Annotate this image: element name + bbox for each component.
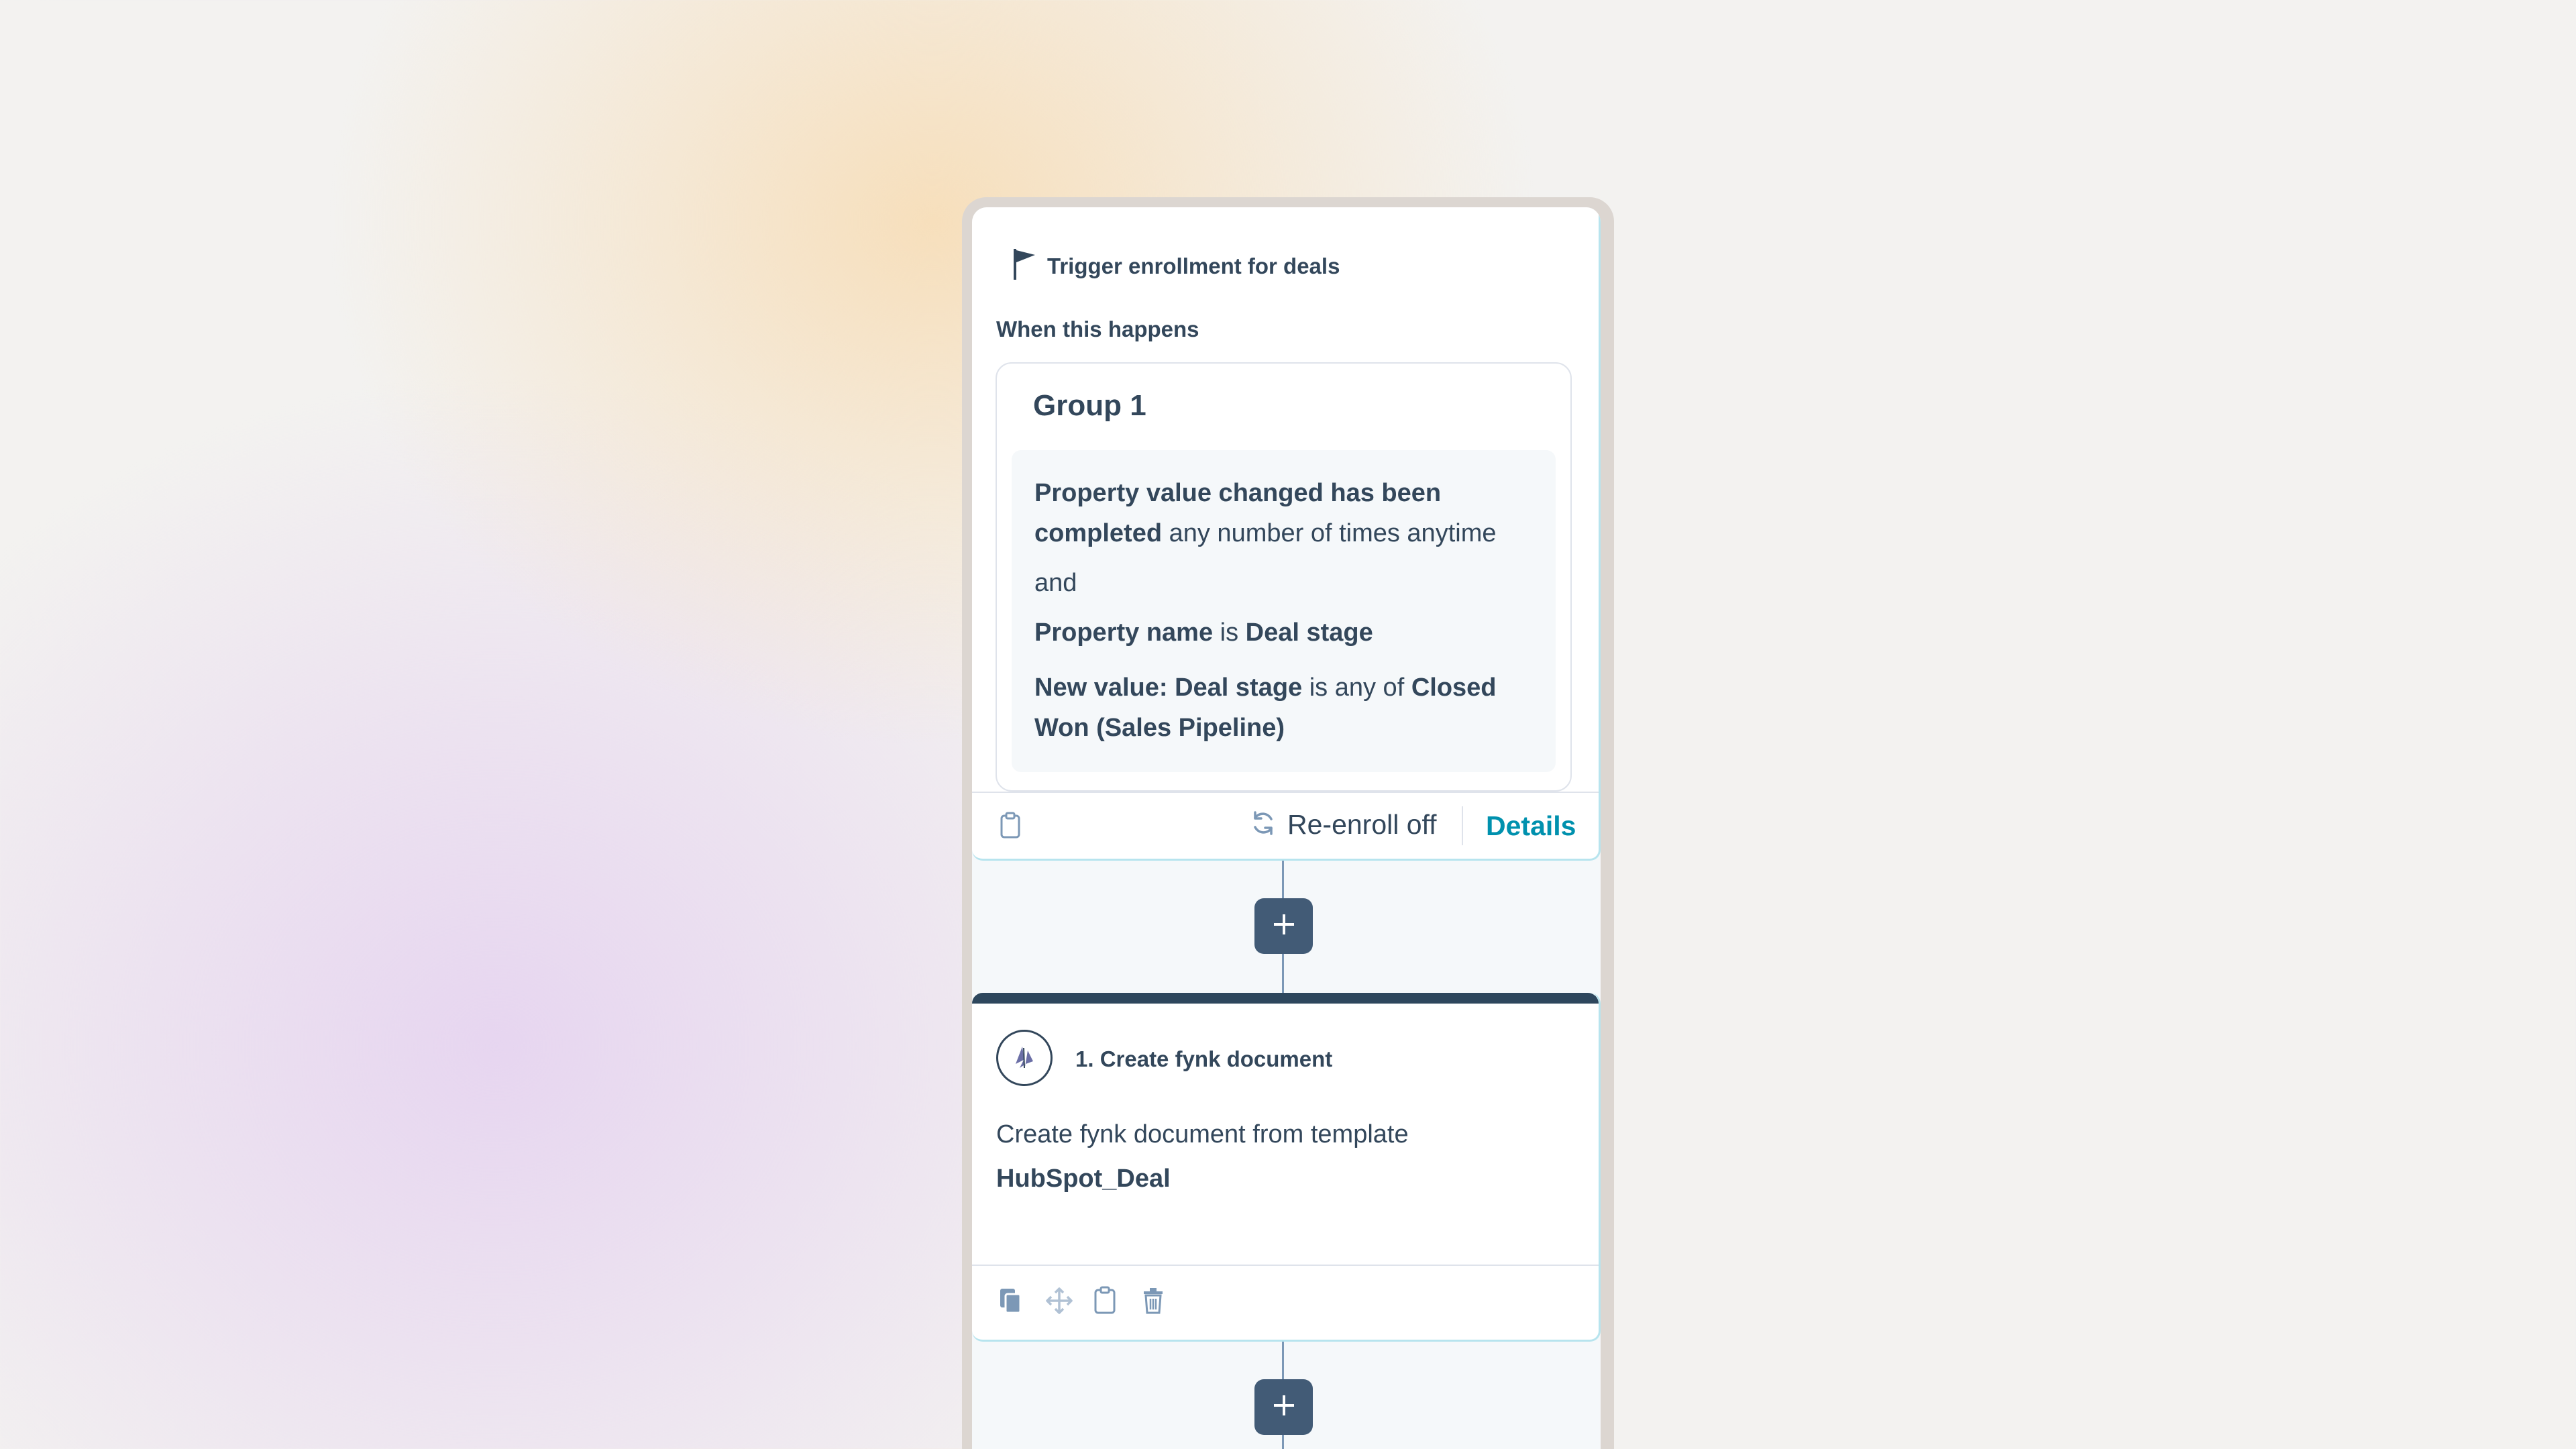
refresh-icon bbox=[1250, 810, 1277, 840]
action-description: Create fynk document from template HubSp… bbox=[996, 1112, 1409, 1201]
filter-condition-3: New value: Deal stage is any of Closed W… bbox=[1034, 667, 1533, 748]
filter-condition-2: Property name is Deal stage bbox=[1034, 612, 1533, 653]
flag-icon bbox=[1011, 248, 1038, 284]
action-template-name: HubSpot_Deal bbox=[996, 1165, 1171, 1193]
filter-condition-1: Property value changed has been complete… bbox=[1034, 473, 1533, 553]
plus-icon bbox=[1272, 1393, 1296, 1421]
workflow-canvas: Trigger enrollment for deals When this h… bbox=[972, 207, 1601, 1449]
filter-conditions: Property value changed has been complete… bbox=[1012, 450, 1556, 772]
action-card-topbar bbox=[972, 993, 1599, 1004]
clipboard-icon[interactable] bbox=[1093, 1286, 1117, 1319]
filter-2-property: Property name bbox=[1034, 619, 1214, 647]
add-action-button[interactable] bbox=[1254, 1379, 1313, 1435]
filter-2-operator: is bbox=[1213, 619, 1246, 647]
filter-1-rest: any number of times anytime bbox=[1162, 519, 1497, 547]
action-title: 1. Create fynk document bbox=[1075, 1046, 1333, 1071]
action-description-text: Create fynk document from template bbox=[996, 1120, 1409, 1148]
trigger-card[interactable]: Trigger enrollment for deals When this h… bbox=[972, 207, 1601, 861]
details-link[interactable]: Details bbox=[1486, 810, 1576, 842]
filter-2-value: Deal stage bbox=[1245, 619, 1373, 647]
reenroll-label: Re-enroll off bbox=[1287, 809, 1437, 840]
clipboard-icon[interactable] bbox=[999, 812, 1022, 843]
group-title: Group 1 bbox=[1033, 389, 1146, 422]
trigger-header: Trigger enrollment for deals bbox=[1011, 248, 1340, 284]
filter-group[interactable]: Group 1 Property value changed has been … bbox=[996, 362, 1572, 792]
move-icon[interactable] bbox=[1044, 1286, 1074, 1319]
footer-divider bbox=[1462, 806, 1463, 845]
action-toolbar bbox=[972, 1265, 1599, 1340]
trigger-footer: Re-enroll off Details bbox=[972, 792, 1599, 859]
copy-icon[interactable] bbox=[998, 1286, 1024, 1319]
filter-conjunction: and bbox=[1034, 569, 1077, 597]
trigger-title: Trigger enrollment for deals bbox=[1047, 253, 1340, 278]
action-card[interactable]: 1. Create fynk document Create fynk docu… bbox=[972, 993, 1601, 1342]
add-action-button[interactable] bbox=[1254, 898, 1313, 954]
trash-icon[interactable] bbox=[1141, 1286, 1165, 1319]
plus-icon bbox=[1272, 912, 1296, 940]
reenroll-toggle[interactable]: Re-enroll off bbox=[1250, 809, 1437, 841]
filter-3-property: New value: Deal stage bbox=[1034, 674, 1303, 702]
fynk-logo-icon bbox=[996, 1030, 1053, 1086]
when-label: When this happens bbox=[996, 317, 1199, 341]
filter-3-operator: is any of bbox=[1302, 674, 1411, 702]
